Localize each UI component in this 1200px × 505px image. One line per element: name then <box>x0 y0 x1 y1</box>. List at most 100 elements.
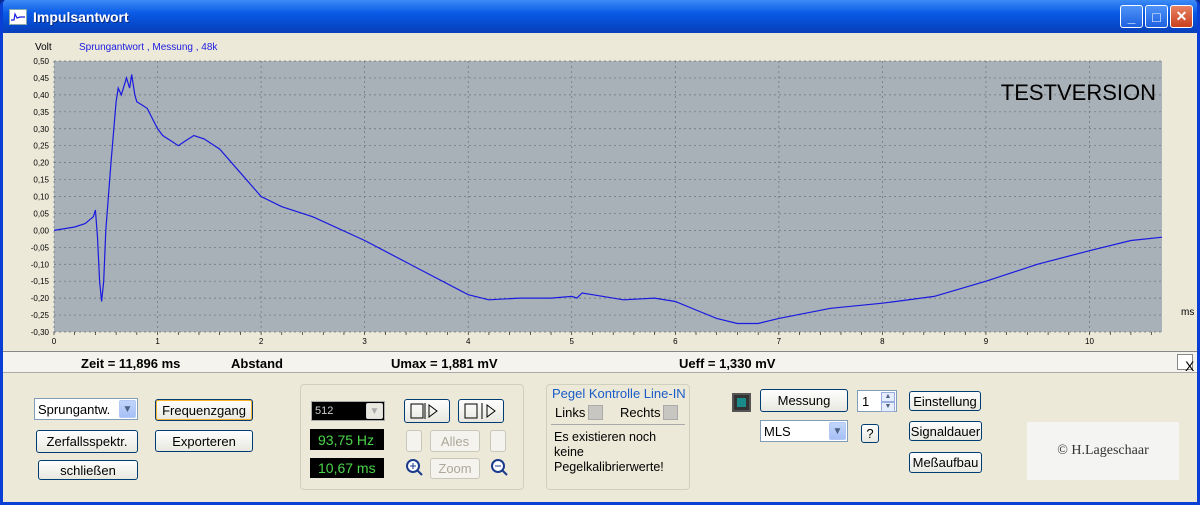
pegel-divider <box>551 424 685 425</box>
alles-button[interactable]: Alles <box>430 430 480 452</box>
y-tick-label: -0,15 <box>31 277 50 286</box>
close-icon: ✕ <box>1175 8 1188 24</box>
y-tick-label: -0,20 <box>31 294 50 303</box>
y-tick-label: 0,15 <box>33 176 49 185</box>
messung-button[interactable]: Messung <box>760 389 848 412</box>
copyright-notice: © H.Lageschaar <box>1027 422 1179 480</box>
maximize-button[interactable]: □ <box>1145 5 1168 28</box>
pegel-group-title: Pegel Kontrolle Line-IN <box>552 386 686 401</box>
y-tick-label: 0,50 <box>33 57 49 66</box>
alles-label: Alles <box>440 433 470 449</box>
x-tick-label: 8 <box>880 337 885 346</box>
frequenzgang-label: Frequenzgang <box>162 402 246 418</box>
messung-count-value: 1 <box>862 393 870 409</box>
y-ticks: 0,50 0,45 0,40 0,35 0,30 0,25 0,20 0,15 0,10 0,05… <box>31 57 50 337</box>
messung-label: Messung <box>777 393 831 408</box>
y-tick-label: -0,30 <box>31 328 50 337</box>
status-indicator-icon <box>732 393 751 412</box>
signaldauer-button[interactable]: Signaldauer <box>909 421 982 441</box>
y-tick-label: 0,30 <box>33 125 49 134</box>
zeit-readout: Zeit = 11,896 ms <box>81 356 181 371</box>
chevron-down-icon: ▼ <box>119 400 136 418</box>
control-panel: Sprungantw. ▼ Frequenzgang Zerfallsspekt… <box>3 374 1197 502</box>
y-tick-label: -0,25 <box>31 311 50 320</box>
y-tick-label: 0,05 <box>33 209 49 218</box>
zerfallsspektrum-button[interactable]: Zerfallsspektr. <box>36 430 138 453</box>
status-bar: Zeit = 11,896 ms Abstand Umax = 1,881 mV… <box>3 351 1197 373</box>
abstand-readout: Abstand <box>231 356 283 371</box>
rechts-label: Rechts <box>620 405 661 420</box>
x-tick-label: 9 <box>984 337 989 346</box>
minimize-icon: _ <box>1127 8 1136 25</box>
y-tick-label: 0,40 <box>33 91 49 100</box>
y-tick-label: 0,10 <box>33 193 49 202</box>
links-level-indicator <box>588 405 603 420</box>
x-tick-label: 6 <box>673 337 678 346</box>
minimize-button[interactable]: _ <box>1120 5 1143 28</box>
x-tick-label: 3 <box>362 337 367 346</box>
ueff-readout: Ueff = 1,330 mV <box>679 356 776 371</box>
maximize-icon: □ <box>1152 8 1161 25</box>
help-button[interactable]: ? <box>861 424 879 443</box>
y-tick-label: 0,45 <box>33 74 49 83</box>
x-tick-label: 0 <box>52 337 57 346</box>
x-tick-label: 4 <box>466 337 471 346</box>
watermark-text: TESTVERSION <box>1001 80 1156 105</box>
zoom-in-icon[interactable] <box>405 458 423 476</box>
einstellung-button[interactable]: Einstellung <box>909 391 981 411</box>
pegel-message: Es existieren noch keine Pegelkalibrierw… <box>554 430 664 474</box>
close-button[interactable]: ✕ <box>1170 5 1193 28</box>
pan-right-button[interactable] <box>490 430 506 452</box>
frequency-display: 93,75 Hz <box>310 429 384 450</box>
chevron-down-icon: ▼ <box>366 403 383 419</box>
title-bar[interactable]: Impulsantwort _ □ ✕ <box>3 0 1197 33</box>
cursor-right-icon <box>464 403 496 419</box>
cursor-right-button[interactable] <box>458 399 504 423</box>
links-label: Links <box>555 405 586 420</box>
time-display: 10,67 ms <box>310 458 384 478</box>
einstellung-label: Einstellung <box>913 393 977 409</box>
messung-count-stepper[interactable]: 1 ▲ ▼ <box>857 390 897 412</box>
stepper-down-icon[interactable]: ▼ <box>881 402 895 412</box>
schliessen-label: schließen <box>60 462 116 478</box>
cursor-left-button[interactable] <box>404 399 450 423</box>
window-title: Impulsantwort <box>33 8 129 25</box>
umax-readout: Umax = 1,881 mV <box>391 356 498 371</box>
exportieren-label: Exporteren <box>172 433 236 449</box>
y-tick-label: 0,35 <box>33 108 49 117</box>
stepper-up-icon[interactable]: ▲ <box>881 392 895 402</box>
x-tick-label: 5 <box>570 337 575 346</box>
signaldauer-label: Signaldauer <box>910 423 981 439</box>
y-tick-label: 0,25 <box>33 142 49 151</box>
app-icon <box>9 8 27 25</box>
y-tick-label: 0,00 <box>33 226 49 235</box>
zoom-out-icon[interactable] <box>490 458 508 476</box>
method-value: MLS <box>764 423 791 439</box>
pan-left-button[interactable] <box>406 430 422 452</box>
zerfallsspektrum-label: Zerfallsspektr. <box>46 434 128 449</box>
status-close-button[interactable]: X <box>1177 354 1194 373</box>
chevron-down-icon: ▼ <box>829 422 846 440</box>
help-label: ? <box>866 426 874 441</box>
messaufbau-button[interactable]: Meßaufbau <box>909 452 982 473</box>
y-tick-label: -0,05 <box>31 243 50 252</box>
chart-area: Volt Sprungantwort , Messung , 48k 0,50 0… <box>3 33 1197 350</box>
y-tick-label: 0,20 <box>33 159 49 168</box>
y-tick-label: -0,10 <box>31 260 50 269</box>
fft-size-value: 512 <box>315 405 334 417</box>
y-axis-label: Volt <box>35 42 52 53</box>
x-tick-label: 1 <box>155 337 160 346</box>
x-tick-label: 7 <box>777 337 782 346</box>
zoom-button[interactable]: Zoom <box>430 458 480 479</box>
impulse-chart[interactable]: Volt Sprungantwort , Messung , 48k 0,500… <box>3 33 1197 350</box>
mode-select[interactable]: Sprungantw. ▼ <box>34 398 138 420</box>
schliessen-button[interactable]: schließen <box>38 460 138 480</box>
zoom-label: Zoom <box>438 461 472 476</box>
fft-size-select[interactable]: 512 ▼ <box>311 401 385 421</box>
x-tick-label: 2 <box>259 337 264 346</box>
frequenzgang-button[interactable]: Frequenzgang <box>155 399 253 421</box>
x-axis-unit: ms <box>1181 307 1194 318</box>
main-window: Impulsantwort _ □ ✕ Volt Sprungantwort ,… <box>0 0 1200 505</box>
method-select[interactable]: MLS ▼ <box>760 420 848 442</box>
exportieren-button[interactable]: Exporteren <box>155 430 253 452</box>
